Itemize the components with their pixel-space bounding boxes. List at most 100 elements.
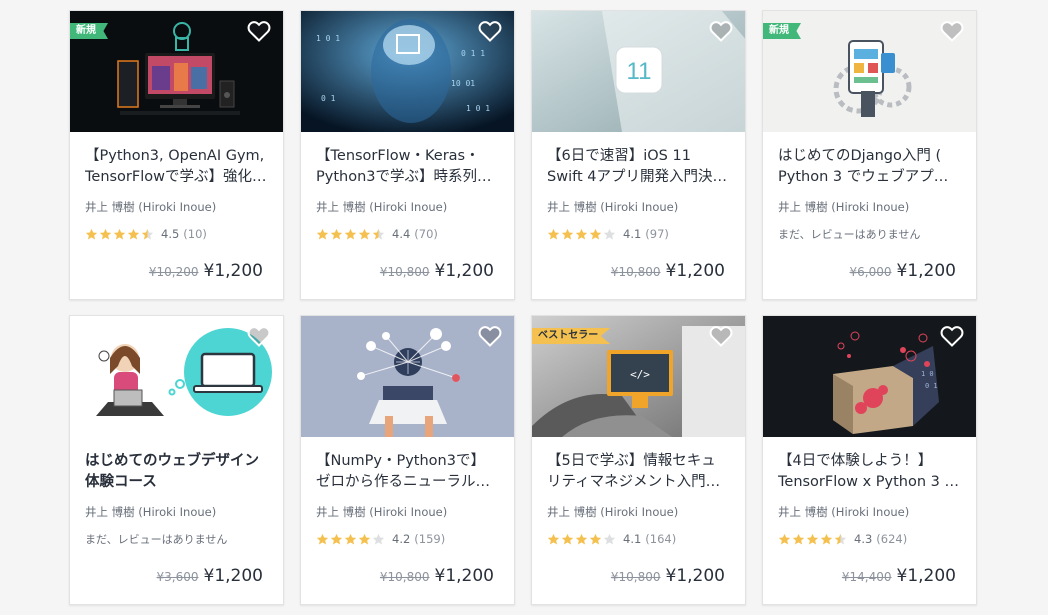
course-card[interactable]: はじめてのウェブデザイン体験コース 井上 博樹 (Hiroki Inoue) まだ、…: [69, 315, 284, 605]
course-title[interactable]: はじめてのDjango入門 ( Python 3 でウェブアプリ開発 ): [778, 146, 961, 188]
star-icon: [330, 228, 343, 240]
course-thumbnail[interactable]: 新規: [763, 11, 976, 132]
wishlist-heart-icon[interactable]: [247, 20, 271, 42]
rating-value: 4.1: [623, 227, 642, 241]
star-rating: [778, 533, 848, 546]
svg-text:10 01: 10 01: [451, 79, 475, 88]
course-thumbnail[interactable]: [301, 316, 514, 437]
wishlist-heart-icon[interactable]: [940, 20, 964, 42]
rating-value: 4.5: [161, 227, 180, 241]
star-icon: [820, 533, 833, 545]
svg-text:1 0: 1 0: [921, 370, 934, 378]
rating-row: 4.4 (70): [316, 226, 499, 242]
sale-price: ¥1,200: [434, 566, 494, 586]
course-title[interactable]: 【TensorFlow・Keras・Python3で学ぶ】時系列分析: [316, 146, 499, 188]
price-block: ¥3,600 ¥1,200: [157, 566, 263, 586]
price-block: ¥10,800 ¥1,200: [380, 261, 494, 281]
course-author: 井上 博樹 (Hiroki Inoue): [316, 200, 448, 214]
star-icon: [344, 228, 357, 240]
star-icon: [778, 533, 791, 545]
wishlist-heart-icon[interactable]: [247, 325, 271, 347]
course-card[interactable]: 11 【6日で速習】iOS 11 Swift 4アプリ開発入門決定版 2018 井上…: [531, 10, 746, 300]
star-icon: [589, 228, 602, 240]
new-badge: 新規: [70, 23, 108, 39]
course-card[interactable]: 新規はじめてのDjango入門 ( Python 3 でウェブアプリ開発 ) 井上…: [762, 10, 977, 300]
rating-count: (10): [183, 227, 207, 241]
course-author: 井上 博樹 (Hiroki Inoue): [85, 200, 217, 214]
star-icon: [806, 533, 819, 545]
star-icon: [372, 533, 385, 545]
star-rating: [85, 228, 155, 241]
star-icon: [344, 533, 357, 545]
star-icon: [575, 533, 588, 545]
star-rating: [316, 533, 386, 546]
course-title[interactable]: 【Python3, OpenAI Gym, TensorFlowで学ぶ】強化学習…: [85, 146, 268, 188]
new-badge: 新規: [763, 23, 801, 39]
course-title[interactable]: 【6日で速習】iOS 11 Swift 4アプリ開発入門決定版 2018: [547, 146, 730, 188]
svg-text:0 1 1: 0 1 1: [461, 49, 485, 58]
course-title[interactable]: はじめてのウェブデザイン体験コース: [85, 451, 268, 493]
star-rating: [316, 228, 386, 241]
rating-value: 4.2: [392, 532, 411, 546]
course-grid: 新規【Python3, OpenAI Gym, TensorFlowで学ぶ】強化…: [0, 0, 1048, 615]
course-card[interactable]: 新規【Python3, OpenAI Gym, TensorFlowで学ぶ】強化…: [69, 10, 284, 300]
sale-price: ¥1,200: [434, 261, 494, 281]
price-block: ¥10,800 ¥1,200: [611, 566, 725, 586]
rating-count: (624): [876, 532, 908, 546]
no-review-text: まだ、レビューはありません: [85, 533, 228, 546]
course-author: 井上 博樹 (Hiroki Inoue): [547, 505, 679, 519]
star-icon: [372, 228, 385, 240]
rating-count: (70): [414, 227, 438, 241]
star-icon: [589, 533, 602, 545]
rating-row: 4.1 (97): [547, 226, 730, 242]
star-icon: [547, 228, 560, 240]
svg-text:1 0 1: 1 0 1: [316, 34, 340, 43]
course-title[interactable]: 【5日で学ぶ】情報セキュリティマネジメント入門 2019: [547, 451, 730, 493]
star-icon: [330, 533, 343, 545]
star-icon: [792, 533, 805, 545]
wishlist-heart-icon[interactable]: [709, 325, 733, 347]
star-icon: [561, 228, 574, 240]
course-thumbnail[interactable]: [70, 316, 283, 437]
price-block: ¥6,000 ¥1,200: [850, 261, 956, 281]
course-title[interactable]: 【NumPy・Python3で】ゼロから作るニューラルネットワーク: [316, 451, 499, 493]
rating-value: 4.3: [854, 532, 873, 546]
course-thumbnail[interactable]: 11: [532, 11, 745, 132]
course-card[interactable]: 【NumPy・Python3で】ゼロから作るニューラルネットワーク井上 博樹 (…: [300, 315, 515, 605]
course-card[interactable]: 1 0 1 0 1 1 0 1 1 0 1 10 01 【TensorFlow・Keras…: [300, 10, 515, 300]
wishlist-heart-icon[interactable]: [478, 20, 502, 42]
ios-version-label: 11: [627, 58, 652, 85]
price-block: ¥14,400 ¥1,200: [842, 566, 956, 586]
star-icon: [547, 533, 560, 545]
star-icon: [575, 228, 588, 240]
star-rating: [547, 533, 617, 546]
sale-price: ¥1,200: [665, 261, 725, 281]
rating-value: 4.1: [623, 532, 642, 546]
rating-count: (164): [645, 532, 677, 546]
original-price: ¥10,200: [148, 265, 199, 279]
original-price: ¥10,800: [610, 265, 661, 279]
wishlist-heart-icon[interactable]: [940, 325, 964, 347]
wishlist-heart-icon[interactable]: [709, 20, 733, 42]
original-price: ¥14,400: [841, 570, 892, 584]
course-author: 井上 博樹 (Hiroki Inoue): [778, 200, 910, 214]
course-card[interactable]: </> ベストセラー【5日で学ぶ】情報セキュリティマネジメント入門 2019 井上…: [531, 315, 746, 605]
star-icon: [99, 228, 112, 240]
sale-price: ¥1,200: [896, 261, 956, 281]
wishlist-heart-icon[interactable]: [478, 325, 502, 347]
no-review-text: まだ、レビューはありません: [778, 228, 921, 241]
course-thumbnail[interactable]: 1 0 0 1: [763, 316, 976, 437]
course-thumbnail[interactable]: 1 0 1 0 1 1 0 1 1 0 1 10 01: [301, 11, 514, 132]
course-author: 井上 博樹 (Hiroki Inoue): [778, 505, 910, 519]
star-icon: [127, 228, 140, 240]
rating-row: 4.5 (10): [85, 226, 268, 242]
rating-row: 4.2 (159): [316, 531, 499, 547]
original-price: ¥10,800: [379, 570, 430, 584]
sale-price: ¥1,200: [896, 566, 956, 586]
course-thumbnail[interactable]: 新規: [70, 11, 283, 132]
svg-text:</>: </>: [630, 368, 650, 381]
course-title[interactable]: 【4日で体験しよう！】TensorFlow x Python 3 で学ぶディープ…: [778, 451, 961, 493]
course-author: 井上 博樹 (Hiroki Inoue): [547, 200, 679, 214]
course-card[interactable]: 1 0 0 1 【4日で体験しよう！】TensorFlow x Python 3 で…: [762, 315, 977, 605]
course-thumbnail[interactable]: </> ベストセラー: [532, 316, 745, 437]
